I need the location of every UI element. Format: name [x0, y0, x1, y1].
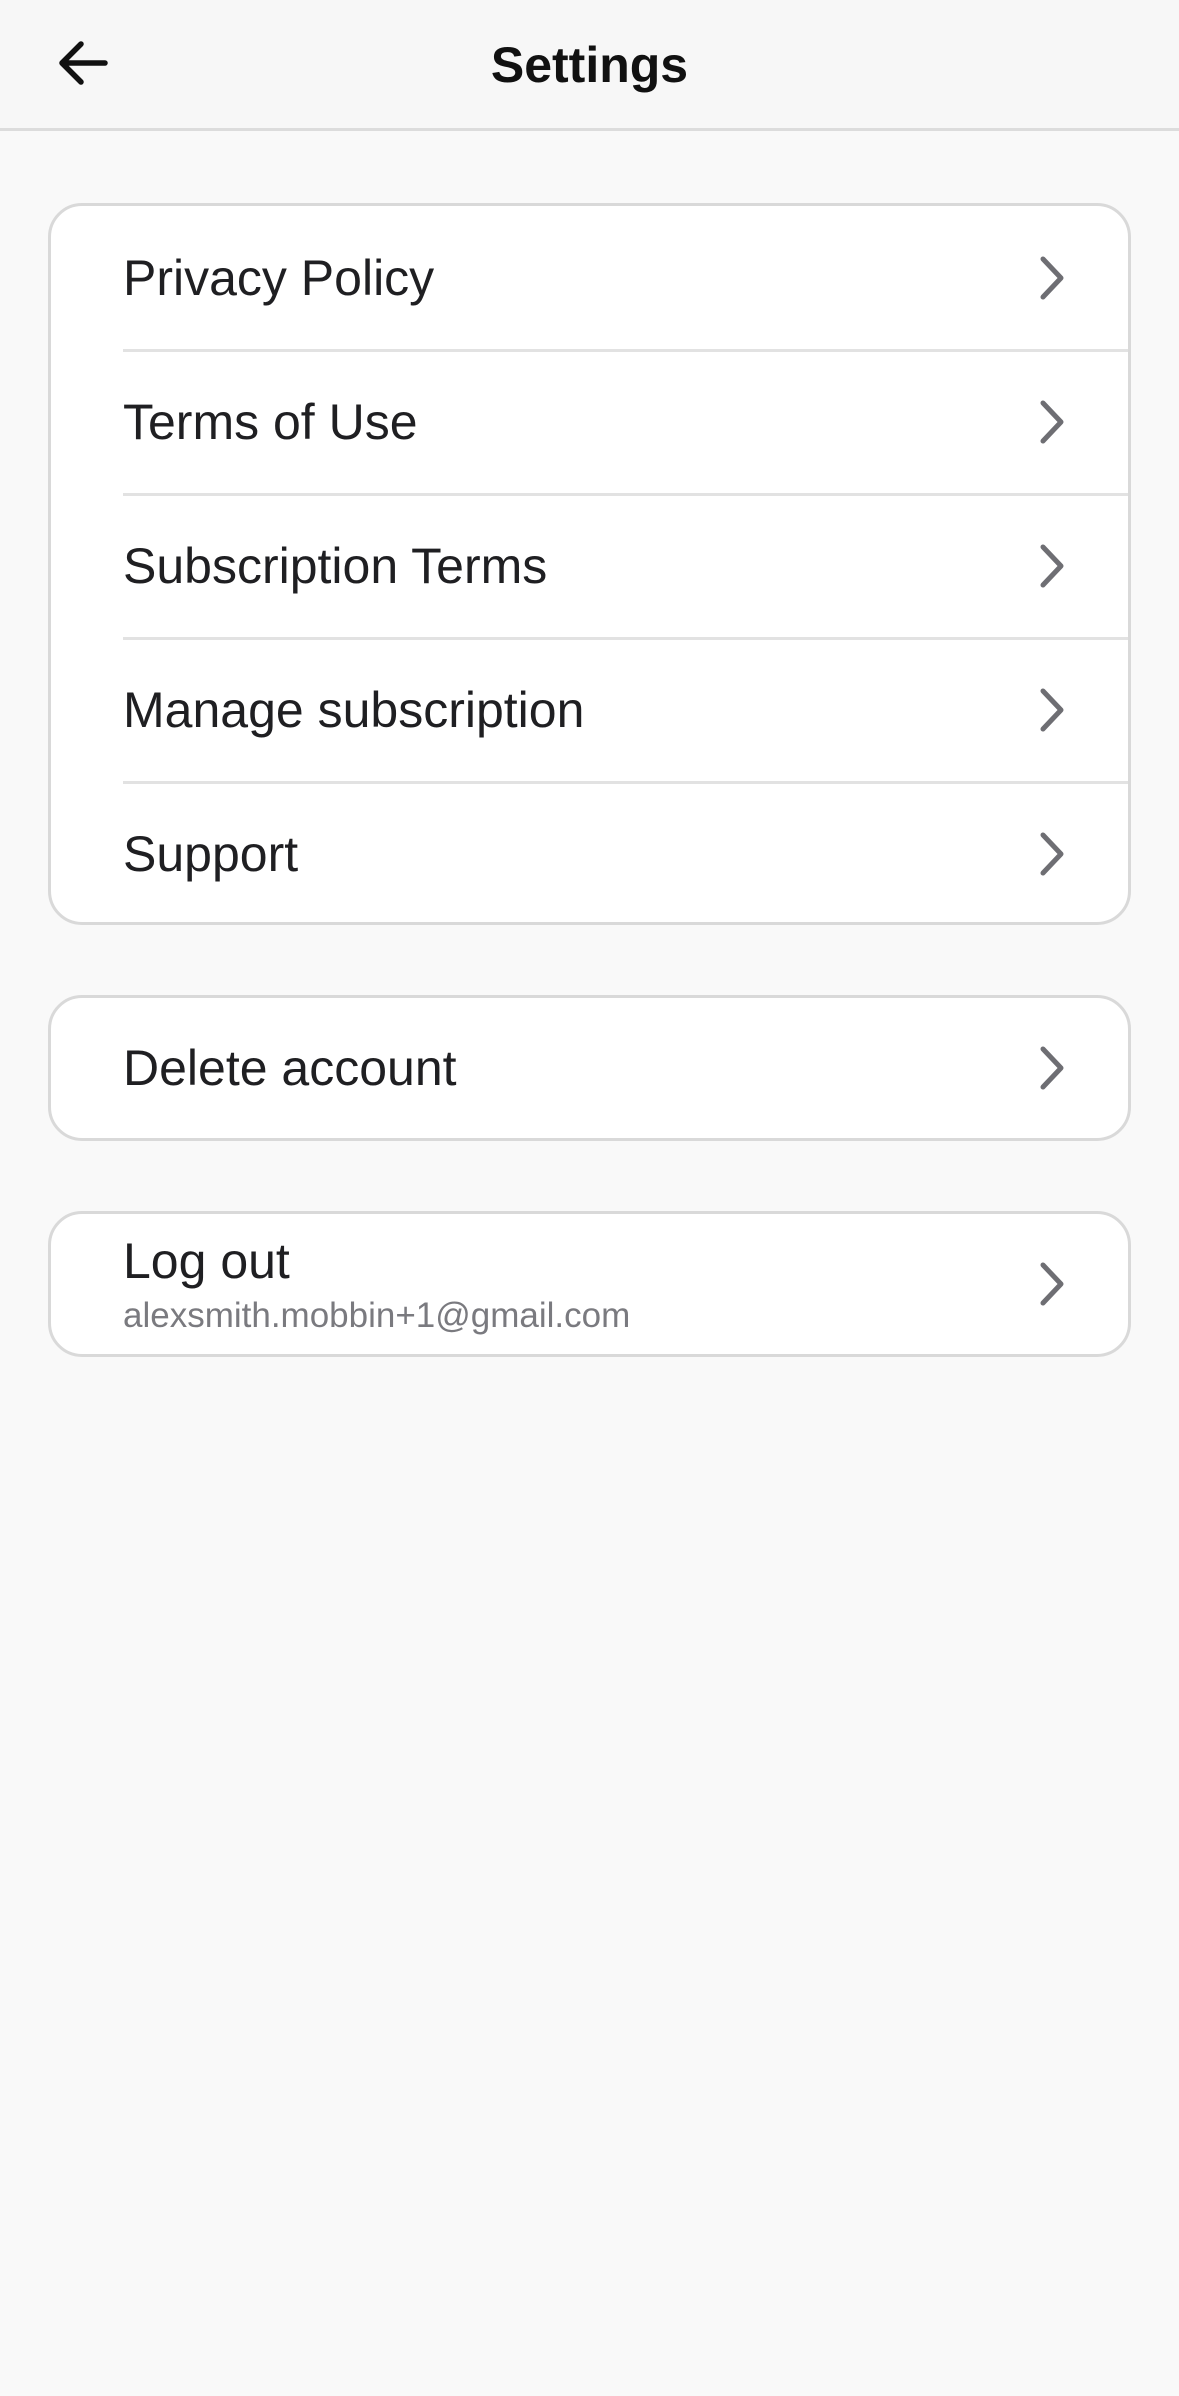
logout-card: Log out alexsmith.mobbin+1@gmail.com: [48, 1211, 1131, 1357]
delete-account-card: Delete account: [48, 995, 1131, 1141]
chevron-right-icon: [1032, 1260, 1072, 1308]
logout-button[interactable]: Log out alexsmith.mobbin+1@gmail.com: [51, 1214, 1128, 1354]
settings-menu-card: Privacy Policy Terms of Use Subscription…: [48, 203, 1131, 925]
account-email: alexsmith.mobbin+1@gmail.com: [123, 1296, 631, 1335]
chevron-right-icon: [1032, 254, 1072, 302]
menu-item-label: Privacy Policy: [123, 250, 435, 306]
page-title: Settings: [490, 37, 689, 93]
chevron-right-icon: [1032, 686, 1072, 734]
menu-item-subscription-terms[interactable]: Subscription Terms: [51, 494, 1128, 640]
menu-item-label: Terms of Use: [123, 394, 418, 450]
arrow-left-icon: [57, 40, 109, 91]
menu-item-terms-of-use[interactable]: Terms of Use: [51, 350, 1128, 496]
logout-label: Log out: [123, 1233, 290, 1289]
menu-item-label: Support: [123, 826, 299, 882]
chevron-right-icon: [1032, 1044, 1072, 1092]
menu-item-manage-subscription[interactable]: Manage subscription: [51, 638, 1128, 784]
chevron-right-icon: [1032, 830, 1072, 878]
menu-item-privacy-policy[interactable]: Privacy Policy: [51, 206, 1128, 352]
chevron-right-icon: [1032, 398, 1072, 446]
menu-item-label: Manage subscription: [123, 682, 585, 738]
delete-account-button[interactable]: Delete account: [51, 998, 1128, 1138]
top-bar: Settings: [0, 0, 1179, 131]
back-button[interactable]: [40, 22, 126, 108]
chevron-right-icon: [1032, 542, 1072, 590]
menu-item-label: Subscription Terms: [123, 538, 548, 594]
menu-item-support[interactable]: Support: [51, 782, 1128, 922]
delete-account-label: Delete account: [123, 1040, 457, 1096]
